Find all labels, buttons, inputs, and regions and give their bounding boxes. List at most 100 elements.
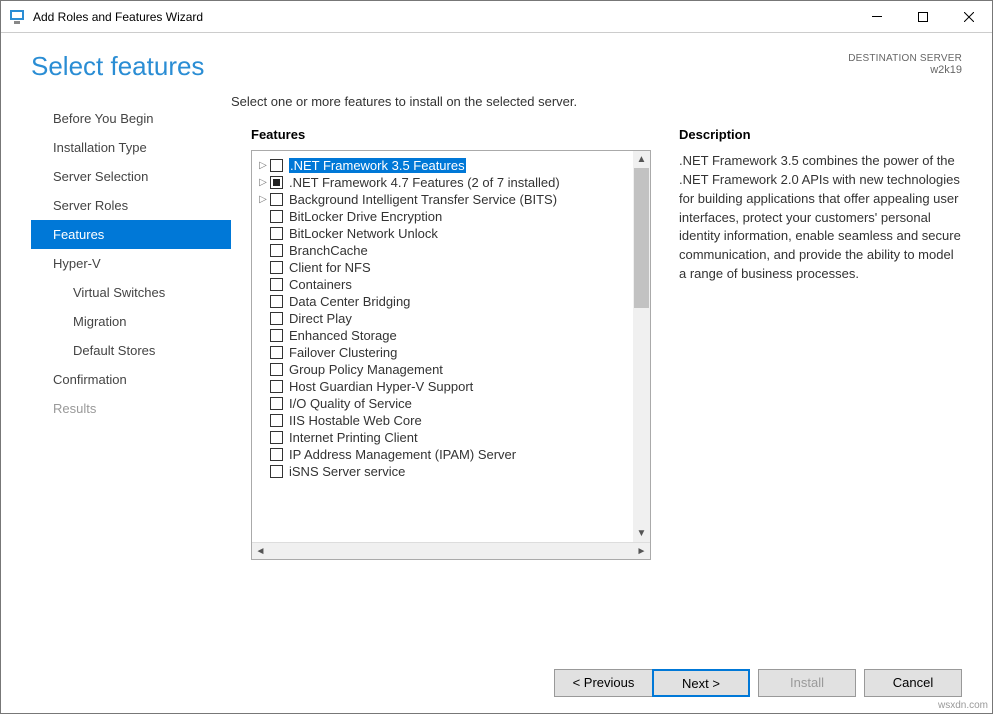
next-button[interactable]: Next > xyxy=(652,669,750,697)
feature-label[interactable]: BitLocker Network Unlock xyxy=(289,226,438,241)
window-title: Add Roles and Features Wizard xyxy=(33,10,854,24)
page-heading: Select features xyxy=(31,51,204,82)
feature-label[interactable]: Containers xyxy=(289,277,352,292)
destination-label: DESTINATION SERVER xyxy=(848,53,962,64)
expander-icon[interactable]: ▷ xyxy=(256,177,270,188)
feature-label[interactable]: iSNS Server service xyxy=(289,464,405,479)
watermark: wsxdn.com xyxy=(938,700,988,711)
feature-checkbox[interactable] xyxy=(270,244,283,257)
description-text: .NET Framework 3.5 combines the power of… xyxy=(679,152,962,284)
feature-checkbox[interactable] xyxy=(270,363,283,376)
sidebar-item-default-stores[interactable]: Default Stores xyxy=(31,336,231,365)
minimize-button[interactable] xyxy=(854,1,900,33)
feature-item[interactable]: IIS Hostable Web Core xyxy=(256,412,646,429)
feature-item[interactable]: BitLocker Network Unlock xyxy=(256,225,646,242)
feature-label[interactable]: BitLocker Drive Encryption xyxy=(289,209,442,224)
feature-label[interactable]: IP Address Management (IPAM) Server xyxy=(289,447,516,462)
feature-label[interactable]: .NET Framework 4.7 Features (2 of 7 inst… xyxy=(289,175,560,190)
feature-label[interactable]: Enhanced Storage xyxy=(289,328,397,343)
feature-item[interactable]: ▷ .NET Framework 4.7 Features (2 of 7 ins… xyxy=(256,174,646,191)
scroll-left-icon[interactable]: ◄ xyxy=(252,543,269,559)
feature-checkbox[interactable] xyxy=(270,329,283,342)
feature-checkbox[interactable] xyxy=(270,210,283,223)
feature-item[interactable]: Enhanced Storage xyxy=(256,327,646,344)
feature-item[interactable]: Failover Clustering xyxy=(256,344,646,361)
horizontal-scrollbar[interactable]: ◄ ► xyxy=(252,542,650,559)
feature-checkbox[interactable] xyxy=(270,414,283,427)
feature-item[interactable]: ▷ Background Intelligent Transfer Service… xyxy=(256,191,646,208)
feature-item[interactable]: Containers xyxy=(256,276,646,293)
expander-icon[interactable]: ▷ xyxy=(256,194,270,205)
feature-checkbox[interactable] xyxy=(270,448,283,461)
feature-label[interactable]: I/O Quality of Service xyxy=(289,396,412,411)
feature-item[interactable]: Internet Printing Client xyxy=(256,429,646,446)
feature-item[interactable]: Direct Play xyxy=(256,310,646,327)
feature-label[interactable]: .NET Framework 3.5 Features xyxy=(289,158,466,173)
feature-checkbox[interactable] xyxy=(270,431,283,444)
vertical-scrollbar[interactable]: ▲ ▼ xyxy=(633,151,650,542)
features-tree[interactable]: ▷ .NET Framework 3.5 Features ▷ .NET Framew… xyxy=(252,151,650,542)
feature-checkbox[interactable] xyxy=(270,312,283,325)
features-list-box: ▷ .NET Framework 3.5 Features ▷ .NET Framew… xyxy=(251,150,651,560)
cancel-button[interactable]: Cancel xyxy=(864,669,962,697)
feature-item[interactable]: BitLocker Drive Encryption xyxy=(256,208,646,225)
wizard-sidebar: Before You BeginInstallation TypeServer … xyxy=(31,94,231,582)
scroll-right-icon[interactable]: ► xyxy=(633,543,650,559)
feature-item[interactable]: ▷ .NET Framework 3.5 Features xyxy=(256,157,646,174)
feature-checkbox[interactable] xyxy=(270,295,283,308)
feature-label[interactable]: Data Center Bridging xyxy=(289,294,410,309)
sidebar-item-before-you-begin[interactable]: Before You Begin xyxy=(31,104,231,133)
sidebar-item-migration[interactable]: Migration xyxy=(31,307,231,336)
sidebar-item-features[interactable]: Features xyxy=(31,220,231,249)
feature-label[interactable]: IIS Hostable Web Core xyxy=(289,413,422,428)
destination-name: w2k19 xyxy=(848,64,962,76)
feature-checkbox[interactable] xyxy=(270,278,283,291)
destination-server: DESTINATION SERVER w2k19 xyxy=(848,51,962,82)
feature-checkbox[interactable] xyxy=(270,380,283,393)
sidebar-item-confirmation[interactable]: Confirmation xyxy=(31,365,231,394)
feature-checkbox[interactable] xyxy=(270,176,283,189)
feature-item[interactable]: Group Policy Management xyxy=(256,361,646,378)
sidebar-item-installation-type[interactable]: Installation Type xyxy=(31,133,231,162)
sidebar-item-server-selection[interactable]: Server Selection xyxy=(31,162,231,191)
feature-item[interactable]: I/O Quality of Service xyxy=(256,395,646,412)
feature-checkbox[interactable] xyxy=(270,346,283,359)
app-icon xyxy=(9,9,25,25)
feature-item[interactable]: iSNS Server service xyxy=(256,463,646,480)
maximize-button[interactable] xyxy=(900,1,946,33)
scroll-thumb[interactable] xyxy=(634,168,649,308)
feature-label[interactable]: Client for NFS xyxy=(289,260,371,275)
feature-label[interactable]: Direct Play xyxy=(289,311,352,326)
feature-checkbox[interactable] xyxy=(270,397,283,410)
feature-checkbox[interactable] xyxy=(270,465,283,478)
feature-item[interactable]: Client for NFS xyxy=(256,259,646,276)
feature-item[interactable]: Host Guardian Hyper-V Support xyxy=(256,378,646,395)
expander-icon[interactable]: ▷ xyxy=(256,160,270,171)
close-button[interactable] xyxy=(946,1,992,33)
instructions: Select one or more features to install o… xyxy=(231,94,962,109)
scroll-down-icon[interactable]: ▼ xyxy=(633,525,650,542)
feature-checkbox[interactable] xyxy=(270,159,283,172)
sidebar-item-hyper-v[interactable]: Hyper-V xyxy=(31,249,231,278)
feature-checkbox[interactable] xyxy=(270,227,283,240)
titlebar: Add Roles and Features Wizard xyxy=(1,1,992,33)
feature-checkbox[interactable] xyxy=(270,193,283,206)
feature-label[interactable]: BranchCache xyxy=(289,243,368,258)
feature-label[interactable]: Internet Printing Client xyxy=(289,430,418,445)
feature-label[interactable]: Background Intelligent Transfer Service … xyxy=(289,192,557,207)
sidebar-item-server-roles[interactable]: Server Roles xyxy=(31,191,231,220)
description-label: Description xyxy=(679,127,962,142)
install-button: Install xyxy=(758,669,856,697)
sidebar-item-virtual-switches[interactable]: Virtual Switches xyxy=(31,278,231,307)
feature-label[interactable]: Group Policy Management xyxy=(289,362,443,377)
feature-label[interactable]: Host Guardian Hyper-V Support xyxy=(289,379,473,394)
feature-item[interactable]: IP Address Management (IPAM) Server xyxy=(256,446,646,463)
footer: < Previous Next > Install Cancel xyxy=(1,653,992,713)
feature-item[interactable]: Data Center Bridging xyxy=(256,293,646,310)
previous-button[interactable]: < Previous xyxy=(554,669,652,697)
scroll-up-icon[interactable]: ▲ xyxy=(633,151,650,168)
features-label: Features xyxy=(251,127,651,142)
feature-label[interactable]: Failover Clustering xyxy=(289,345,397,360)
feature-checkbox[interactable] xyxy=(270,261,283,274)
feature-item[interactable]: BranchCache xyxy=(256,242,646,259)
